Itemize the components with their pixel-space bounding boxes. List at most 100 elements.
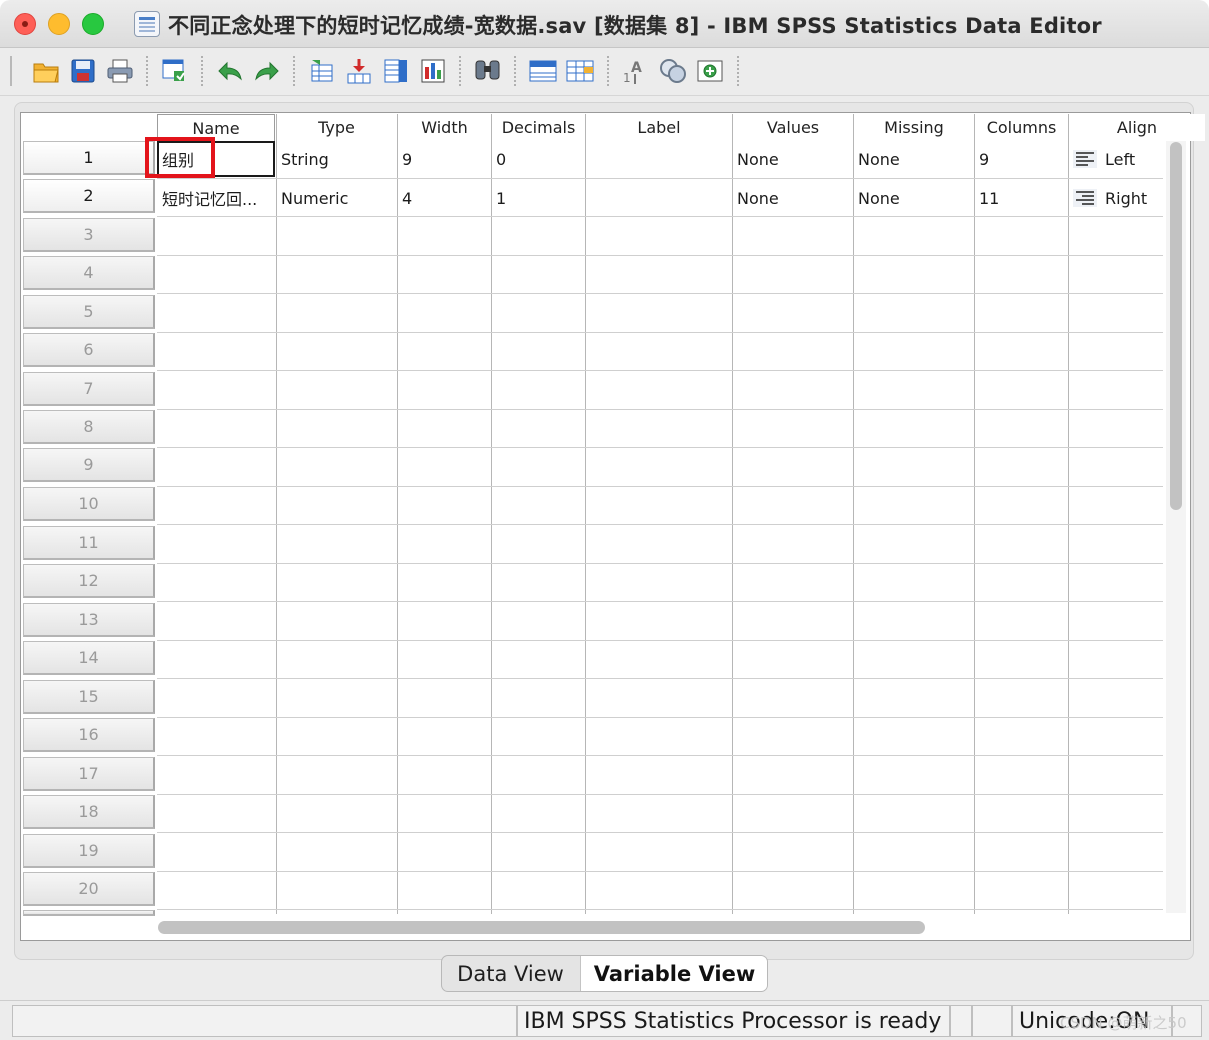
column-header-label[interactable]: Label: [586, 114, 732, 141]
grid-line: [157, 832, 1163, 833]
row-header[interactable]: 16: [23, 718, 155, 752]
row-header[interactable]: 1: [23, 141, 155, 175]
row-header[interactable]: 12: [23, 564, 155, 598]
toolbar-separator: [459, 56, 461, 86]
row-header[interactable]: 6: [23, 333, 155, 367]
column-header-type[interactable]: Type: [276, 114, 397, 141]
column-header-values[interactable]: Values: [733, 114, 853, 141]
goto-variable-icon[interactable]: [344, 56, 374, 86]
align-label: Right: [1105, 188, 1148, 208]
redo-icon[interactable]: [252, 56, 282, 86]
undo-icon[interactable]: [215, 56, 245, 86]
cell-values[interactable]: None: [732, 179, 853, 217]
row-header[interactable]: 9: [23, 448, 155, 482]
column-header-columns[interactable]: Columns: [975, 114, 1068, 141]
column-header-width[interactable]: Width: [398, 114, 491, 141]
cell-type[interactable]: String: [276, 140, 397, 178]
svg-text:A: A: [631, 60, 642, 76]
row-header[interactable]: 18: [23, 795, 155, 829]
use-variable-sets-icon[interactable]: [658, 56, 688, 86]
grid-line: [157, 293, 1163, 294]
cell-type[interactable]: Numeric: [276, 179, 397, 217]
cell-values[interactable]: None: [732, 140, 853, 178]
toolbar-grip[interactable]: [10, 56, 13, 86]
row-header[interactable]: 13: [23, 603, 155, 637]
cell-label[interactable]: [585, 179, 732, 217]
cell-columns[interactable]: 9: [974, 140, 1068, 178]
find-icon[interactable]: [473, 56, 503, 86]
row-header[interactable]: 17: [23, 757, 155, 791]
row-header[interactable]: 19: [23, 834, 155, 868]
dialog-recall-icon[interactable]: [159, 56, 189, 86]
grid-line: [157, 678, 1163, 679]
value-labels-icon[interactable]: 1A: [621, 56, 651, 86]
view-tabs: Data View Variable View: [441, 955, 768, 992]
cell-label[interactable]: [585, 140, 732, 178]
watermark: CSDN @萌新之50: [1060, 1014, 1187, 1032]
open-icon[interactable]: [31, 56, 61, 86]
cell-columns[interactable]: 11: [974, 179, 1068, 217]
grid-line: [157, 640, 1163, 641]
status-empty-panel: [950, 1005, 972, 1037]
title-bar: 不同正念处理下的短时记忆成绩-宽数据.sav [数据集 8] - IBM SPS…: [0, 0, 1209, 48]
row-header[interactable]: 20: [23, 872, 155, 906]
vertical-scrollbar-thumb[interactable]: [1170, 142, 1182, 510]
close-window-button[interactable]: [14, 13, 36, 35]
save-icon[interactable]: [68, 56, 98, 86]
grid-line: [157, 524, 1163, 525]
toolbar-separator: [607, 56, 609, 86]
add-ons-icon[interactable]: [695, 56, 725, 86]
minimize-window-button[interactable]: [48, 13, 70, 35]
grid-line: [157, 409, 1163, 410]
row-header[interactable]: 3: [23, 218, 155, 252]
status-empty-panel: [972, 1005, 1012, 1037]
variable-grid: [20, 112, 1191, 941]
toolbar-separator: [514, 56, 516, 86]
cell-missing[interactable]: None: [853, 179, 974, 217]
column-header-missing[interactable]: Missing: [854, 114, 974, 141]
tab-data-view[interactable]: Data View: [442, 956, 579, 991]
row-header[interactable]: 2: [23, 179, 155, 213]
row-header[interactable]: 4: [23, 256, 155, 290]
align-label: Left: [1105, 149, 1136, 169]
column-header-name[interactable]: Name: [157, 114, 275, 141]
insert-variable-icon[interactable]: [565, 56, 595, 86]
goto-case-icon[interactable]: [307, 56, 337, 86]
cell-width[interactable]: 9: [397, 140, 491, 178]
document-icon: [134, 11, 160, 37]
row-header[interactable]: 14: [23, 641, 155, 675]
grid-line: [157, 909, 1163, 910]
horizontal-scrollbar-thumb[interactable]: [158, 921, 925, 934]
tab-variable-view[interactable]: Variable View: [580, 956, 767, 991]
grid-line: [157, 370, 1163, 371]
insert-cases-icon[interactable]: [528, 56, 558, 86]
grid-line: [157, 755, 1163, 756]
status-processor: IBM SPSS Statistics Processor is ready: [517, 1005, 950, 1037]
cell-width[interactable]: 4: [397, 179, 491, 217]
row-header[interactable]: 5: [23, 295, 155, 329]
row-header[interactable]: 8: [23, 410, 155, 444]
grid-line: [157, 486, 1163, 487]
align-left-icon: [1073, 150, 1097, 168]
cell-name[interactable]: 短时记忆回...: [157, 179, 275, 217]
run-descriptives-icon[interactable]: [418, 56, 448, 86]
cell-name[interactable]: 组别: [157, 140, 275, 178]
cell-decimals[interactable]: 1: [491, 179, 585, 217]
grid-line: [157, 332, 1163, 333]
cell-align[interactable]: Right: [1068, 179, 1164, 217]
row-header[interactable]: 10: [23, 487, 155, 521]
row-header[interactable]: 11: [23, 526, 155, 560]
grid-line: [157, 255, 1163, 256]
cell-decimals[interactable]: 0: [491, 140, 585, 178]
toolbar-separator: [737, 56, 739, 86]
cell-missing[interactable]: None: [853, 140, 974, 178]
cell-align[interactable]: Left: [1068, 140, 1164, 178]
variables-icon[interactable]: [381, 56, 411, 86]
zoom-window-button[interactable]: [82, 13, 104, 35]
column-header-decimals[interactable]: Decimals: [492, 114, 585, 141]
grid-line: [157, 717, 1163, 718]
row-header[interactable]: 7: [23, 372, 155, 406]
row-header[interactable]: 15: [23, 680, 155, 714]
print-icon[interactable]: [105, 56, 135, 86]
column-header-align[interactable]: Align: [1069, 114, 1205, 141]
